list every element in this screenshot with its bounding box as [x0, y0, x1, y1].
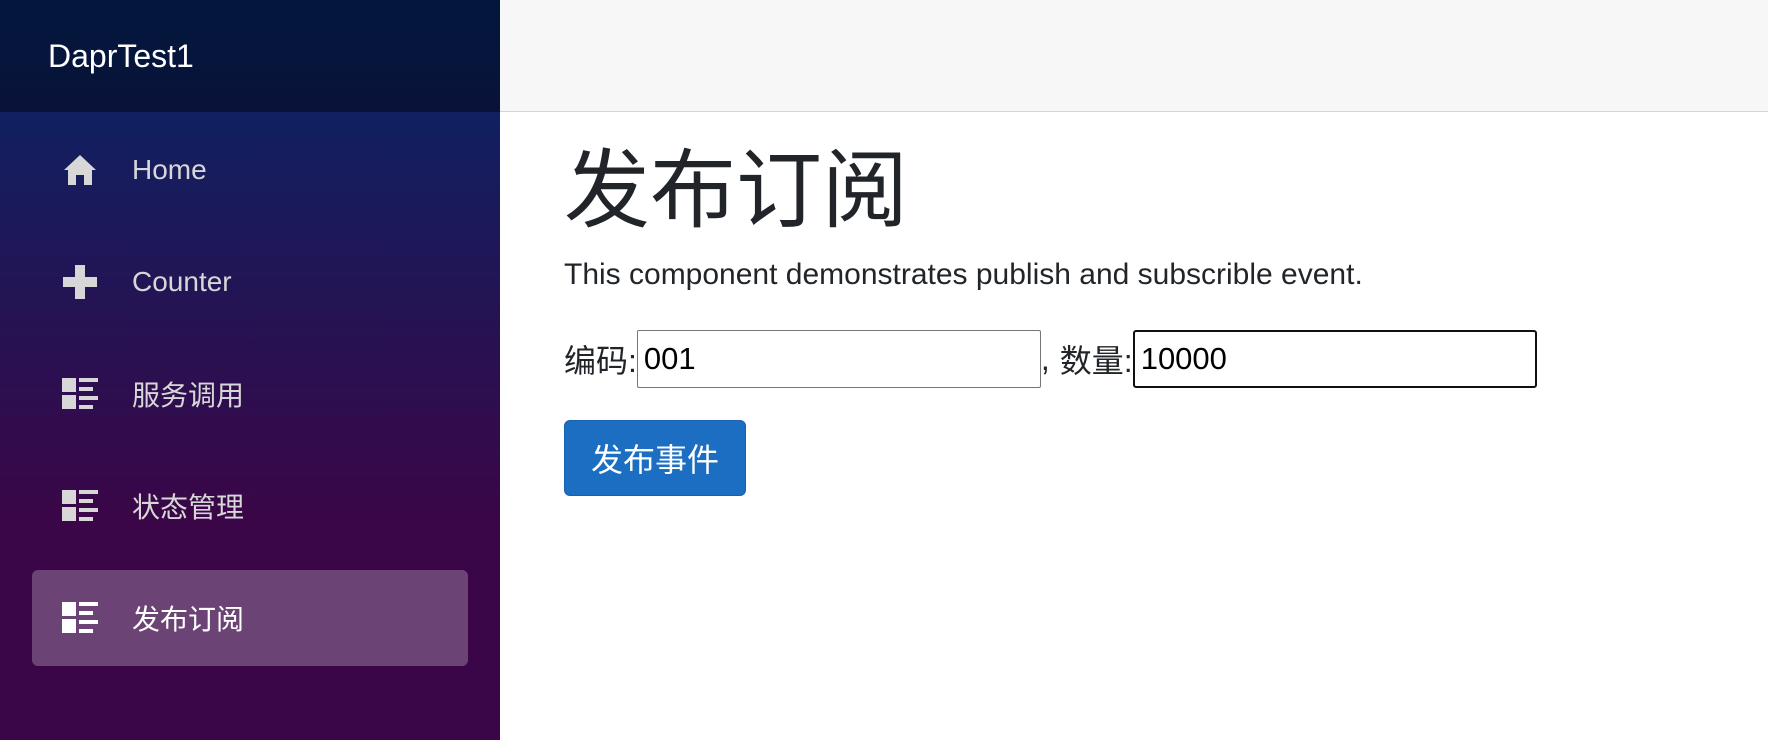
sidebar-item-service-invoke[interactable]: 服务调用: [32, 346, 468, 442]
app-window: DaprTest1 Home Counter 服务调用 状态管理 发布订阅 发布…: [0, 0, 1768, 740]
page-description: This component demonstrates publish and …: [564, 258, 1363, 292]
sidebar-item-label: Counter: [132, 266, 232, 297]
code-label: 编码:: [564, 343, 637, 380]
nav-menu: Home Counter 服务调用 状态管理 发布订阅: [0, 112, 500, 666]
plus-icon: [62, 264, 98, 300]
publish-event-button[interactable]: 发布事件: [564, 420, 747, 497]
separator: ,: [1040, 340, 1050, 377]
quantity-input[interactable]: [1132, 330, 1537, 389]
sidebar-item-label: 发布订阅: [132, 604, 245, 635]
code-input[interactable]: [636, 330, 1041, 389]
top-row: [500, 0, 1768, 112]
sidebar-item-label: 服务调用: [132, 380, 245, 411]
sidebar-item-label: Home: [132, 154, 207, 185]
sidebar-item-label: 状态管理: [132, 492, 245, 523]
home-icon: [62, 152, 98, 188]
quantity-label: 数量:: [1059, 343, 1133, 380]
brand-bar: DaprTest1: [0, 0, 500, 112]
brand-link[interactable]: DaprTest1: [48, 38, 194, 75]
main-content: 发布订阅 This component demonstrates publish…: [564, 112, 1714, 497]
event-form: 编码: , 数量:: [564, 330, 1714, 389]
sidebar-item-state-management[interactable]: 状态管理: [32, 458, 468, 554]
page-title: 发布订阅: [564, 143, 908, 239]
sidebar-item-pubsub[interactable]: 发布订阅: [32, 570, 468, 666]
sidebar-item-home[interactable]: Home: [32, 122, 468, 218]
list-rich-icon: [62, 376, 98, 412]
list-rich-icon: [62, 600, 98, 636]
sidebar: DaprTest1 Home Counter 服务调用 状态管理 发布订阅: [0, 0, 500, 740]
sidebar-item-counter[interactable]: Counter: [32, 234, 468, 330]
list-rich-icon: [62, 488, 98, 524]
